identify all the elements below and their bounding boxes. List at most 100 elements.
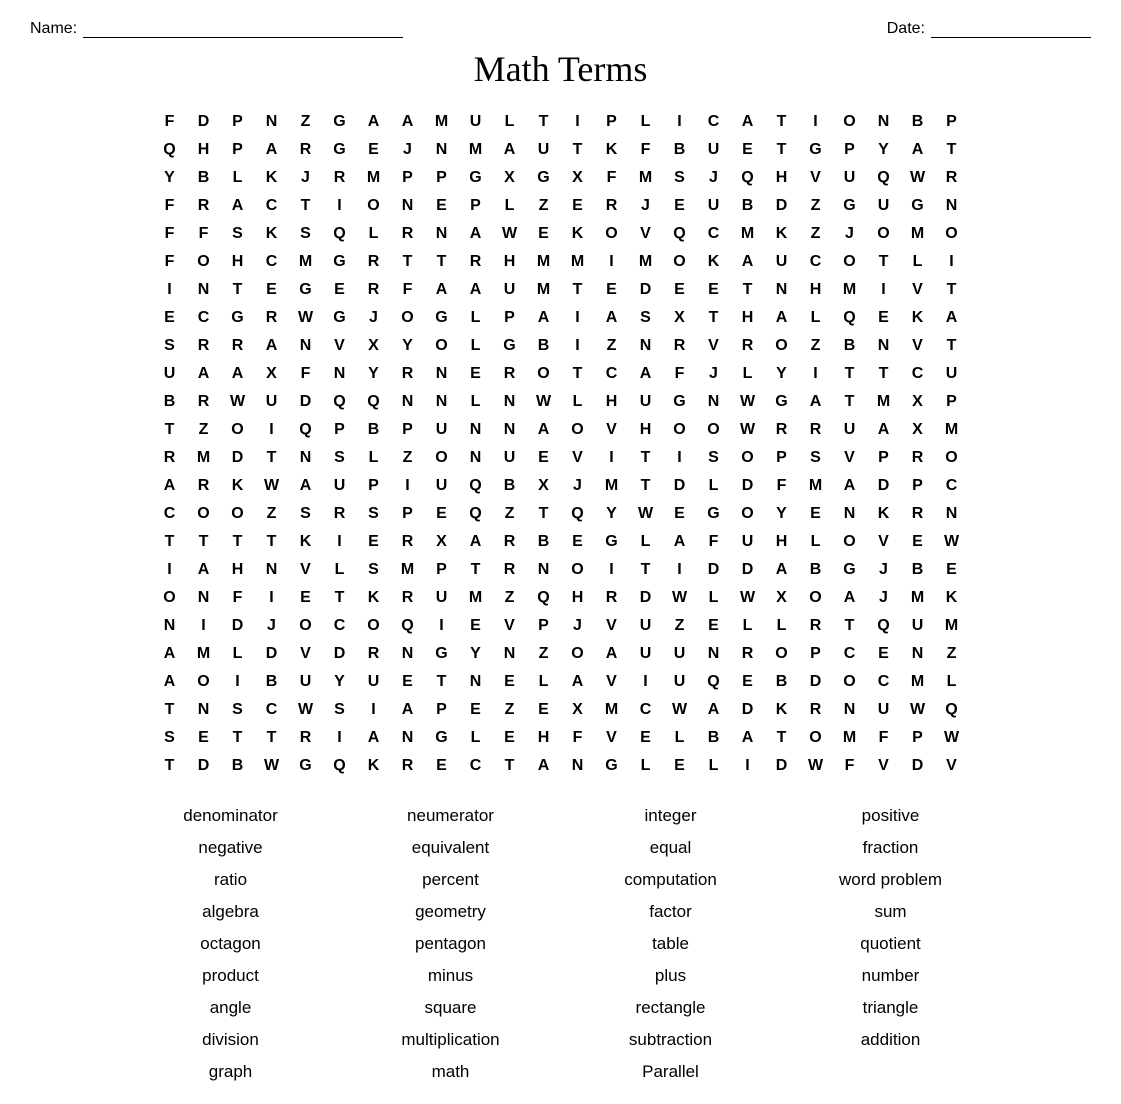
grid-cell-1-2: P <box>221 136 255 164</box>
grid-cell-22-10: E <box>493 724 527 752</box>
grid-cell-4-6: L <box>357 220 391 248</box>
grid-cell-17-1: N <box>187 584 221 612</box>
grid-cell-22-20: M <box>833 724 867 752</box>
grid-cell-19-7: N <box>391 640 425 668</box>
grid-cell-2-21: Q <box>867 164 901 192</box>
grid-cell-3-15: E <box>663 192 697 220</box>
grid-cell-1-23: T <box>935 136 969 164</box>
grid-cell-12-1: M <box>187 444 221 472</box>
grid-cell-21-18: K <box>765 696 799 724</box>
grid-cell-4-8: N <box>425 220 459 248</box>
grid-cell-8-18: O <box>765 332 799 360</box>
grid-cell-4-0: F <box>153 220 187 248</box>
grid-cell-12-7: Z <box>391 444 425 472</box>
grid-cell-17-5: T <box>323 584 357 612</box>
grid-cell-10-5: Q <box>323 388 357 416</box>
grid-cell-3-9: P <box>459 192 493 220</box>
name-input-line[interactable] <box>83 20 403 38</box>
grid-cell-1-0: Q <box>153 136 187 164</box>
word-item-1-0: negative <box>121 836 341 860</box>
grid-cell-15-17: U <box>731 528 765 556</box>
grid-cell-22-9: L <box>459 724 493 752</box>
grid-cell-19-8: G <box>425 640 459 668</box>
word-item-3-2: factor <box>561 900 781 924</box>
grid-cell-0-20: O <box>833 108 867 136</box>
grid-cell-2-2: L <box>221 164 255 192</box>
grid-cell-21-0: T <box>153 696 187 724</box>
grid-cell-3-2: A <box>221 192 255 220</box>
grid-cell-7-7: O <box>391 304 425 332</box>
word-item-0-1: neumerator <box>341 804 561 828</box>
grid-cell-0-2: P <box>221 108 255 136</box>
grid-cell-4-19: Z <box>799 220 833 248</box>
grid-row-12: RMDTNSLZONUEVITISOPSVPRO <box>153 444 969 472</box>
grid-cell-8-15: R <box>663 332 697 360</box>
grid-cell-0-10: L <box>493 108 527 136</box>
grid-cell-11-21: A <box>867 416 901 444</box>
grid-cell-23-10: T <box>493 752 527 780</box>
grid-row-15: TTTTKIERXARBEGLAFUHLOVEW <box>153 528 969 556</box>
date-input-line[interactable] <box>931 20 1091 38</box>
grid-cell-20-5: Y <box>323 668 357 696</box>
name-label: Name: <box>30 20 77 38</box>
grid-cell-4-14: V <box>629 220 663 248</box>
grid-cell-4-5: Q <box>323 220 357 248</box>
grid-cell-2-14: M <box>629 164 663 192</box>
grid-row-6: INTEGERFAAUMTEDEETNHMIVT <box>153 276 969 304</box>
grid-cell-5-23: I <box>935 248 969 276</box>
grid-cell-9-22: C <box>901 360 935 388</box>
grid-cell-11-4: Q <box>289 416 323 444</box>
grid-cell-10-20: T <box>833 388 867 416</box>
grid-cell-1-15: B <box>663 136 697 164</box>
grid-cell-16-19: B <box>799 556 833 584</box>
grid-cell-9-15: F <box>663 360 697 388</box>
grid-cell-18-14: U <box>629 612 663 640</box>
grid-cell-8-0: S <box>153 332 187 360</box>
grid-cell-16-1: A <box>187 556 221 584</box>
grid-cell-14-13: Y <box>595 500 629 528</box>
grid-row-16: IAHNVLSMPTRNOITIDDABGJBE <box>153 556 969 584</box>
grid-row-1: QHPARGEJNMAUTKFBUETGPYAT <box>153 136 969 164</box>
grid-cell-23-23: V <box>935 752 969 780</box>
grid-cell-2-7: P <box>391 164 425 192</box>
grid-cell-23-4: G <box>289 752 323 780</box>
name-field: Name: <box>30 20 403 38</box>
grid-cell-14-19: E <box>799 500 833 528</box>
grid-cell-9-4: F <box>289 360 323 388</box>
grid-cell-21-11: E <box>527 696 561 724</box>
grid-row-11: TZOIQPBPUNNAOVHOOWRRUAXM <box>153 416 969 444</box>
grid-cell-23-13: G <box>595 752 629 780</box>
grid-cell-22-3: T <box>255 724 289 752</box>
word-item-5-2: plus <box>561 964 781 988</box>
grid-cell-14-21: K <box>867 500 901 528</box>
grid-cell-19-9: Y <box>459 640 493 668</box>
grid-cell-4-12: K <box>561 220 595 248</box>
grid-cell-21-10: Z <box>493 696 527 724</box>
grid-cell-5-1: O <box>187 248 221 276</box>
grid-cell-7-11: A <box>527 304 561 332</box>
grid-cell-12-9: N <box>459 444 493 472</box>
word-item-7-2: subtraction <box>561 1028 781 1052</box>
grid-cell-7-1: C <box>187 304 221 332</box>
grid-cell-21-4: W <box>289 696 323 724</box>
grid-cell-8-11: B <box>527 332 561 360</box>
grid-cell-10-2: W <box>221 388 255 416</box>
grid-cell-3-18: D <box>765 192 799 220</box>
grid-cell-21-21: U <box>867 696 901 724</box>
grid-cell-9-17: L <box>731 360 765 388</box>
grid-cell-7-8: G <box>425 304 459 332</box>
grid-cell-5-14: M <box>629 248 663 276</box>
grid-cell-3-3: C <box>255 192 289 220</box>
grid-cell-12-12: V <box>561 444 595 472</box>
grid-cell-11-2: O <box>221 416 255 444</box>
grid-cell-17-2: F <box>221 584 255 612</box>
word-item-1-3: fraction <box>781 836 1001 860</box>
grid-cell-10-9: L <box>459 388 493 416</box>
grid-cell-2-18: H <box>765 164 799 192</box>
grid-cell-18-3: J <box>255 612 289 640</box>
grid-cell-19-17: R <box>731 640 765 668</box>
grid-cell-6-2: T <box>221 276 255 304</box>
grid-cell-17-8: U <box>425 584 459 612</box>
grid-cell-18-12: J <box>561 612 595 640</box>
grid-cell-17-11: Q <box>527 584 561 612</box>
